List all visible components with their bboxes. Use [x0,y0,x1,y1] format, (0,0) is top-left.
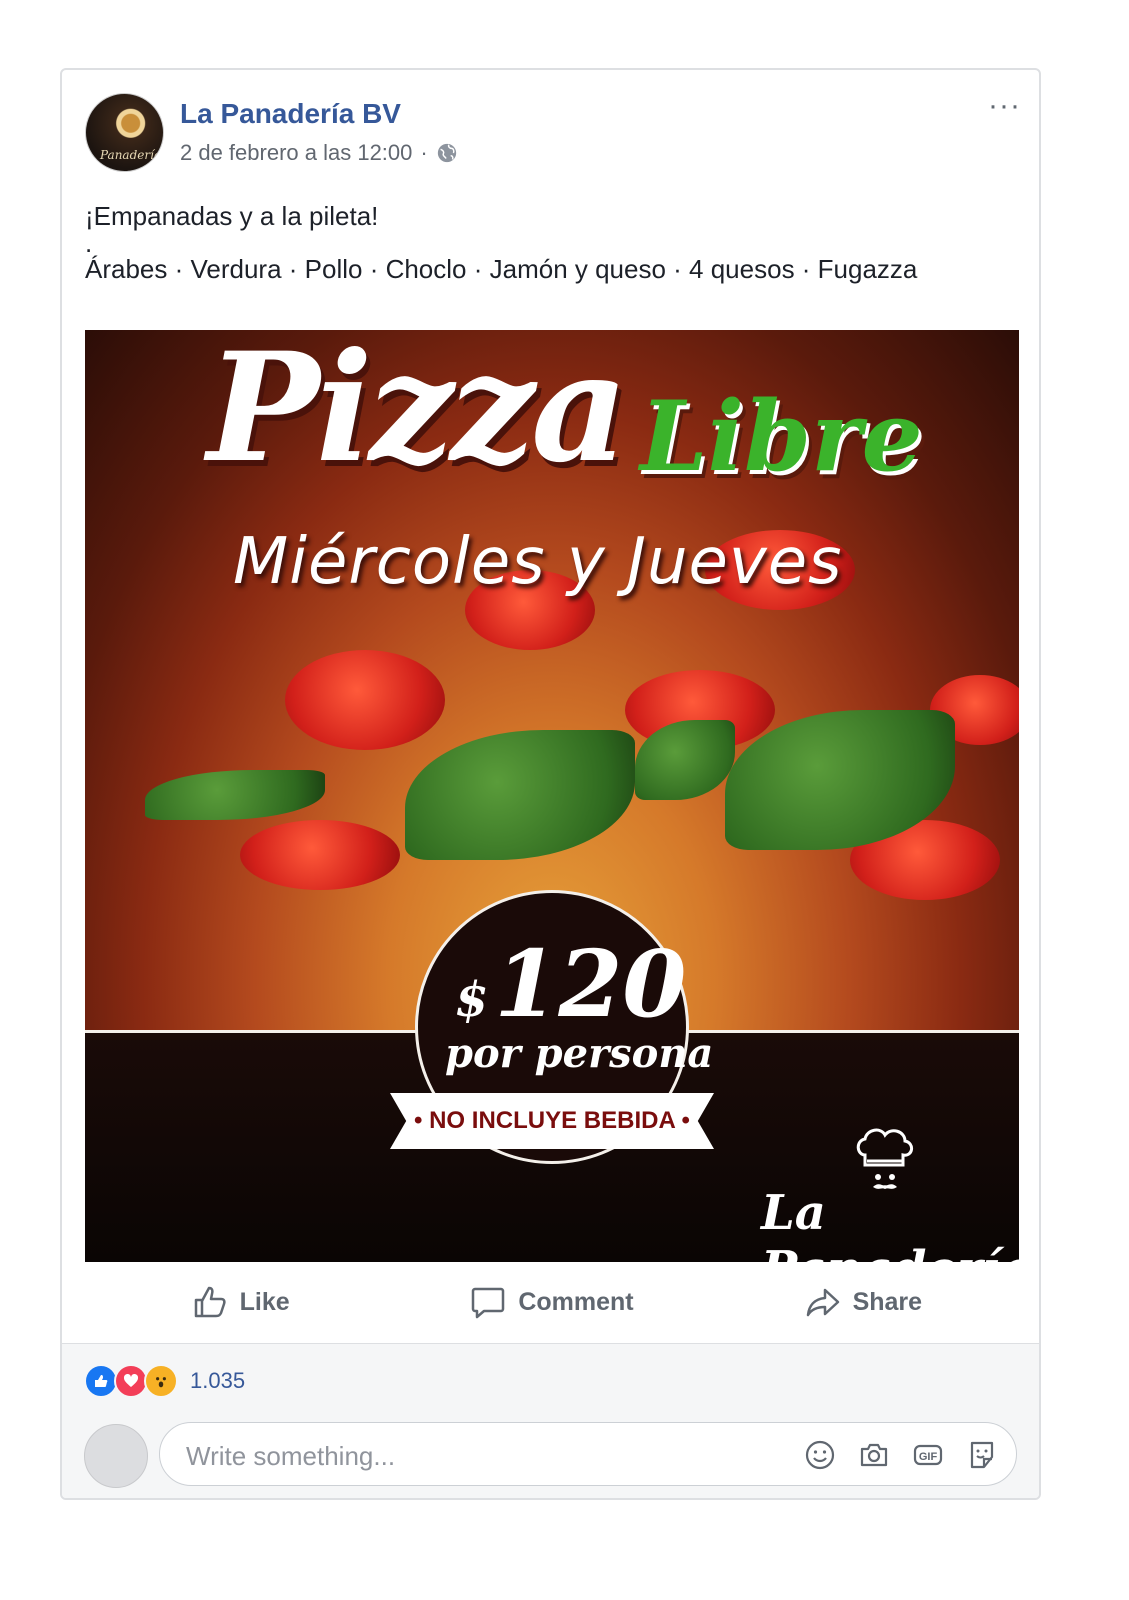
ad-title-accent: Libre [640,380,923,493]
post-actions-bar: Like Comment Share [85,1262,1019,1342]
like-label: Like [239,1287,290,1316]
basil-leaf [145,770,325,820]
share-button[interactable]: Share [708,1262,1019,1342]
comment-icon [472,1287,505,1319]
ad-brand-logo: La Panadería [761,1185,1019,1262]
avatar-logo-text: Panadería [100,148,162,162]
comment-composer[interactable]: GIF [159,1422,1017,1486]
camera-icon [860,1443,888,1467]
post-footer: 1.035 GIF [62,1343,1039,1498]
sticker-button[interactable] [966,1439,998,1471]
reaction-count[interactable]: 1.035 [190,1368,245,1394]
post-text-line: ¡Empanadas y a la pileta! [85,201,379,231]
ad-title: Pizza [207,330,628,496]
emoji-icon [805,1440,835,1470]
post-text-line: . [85,228,93,258]
meta-separator: · [420,140,428,165]
tomato-slice [240,820,400,890]
like-icon [84,1364,118,1398]
share-icon [806,1288,839,1317]
love-icon [114,1364,148,1398]
sticker-icon [970,1441,994,1469]
post-meta: 2 de febrero a las 12:00 · [180,140,458,166]
gif-icon: GIF [913,1444,943,1466]
page-name-link[interactable]: La Panadería BV [180,98,401,130]
post-text: ¡Empanadas y a la pileta! . Árabes · Ver… [85,200,917,286]
comment-input[interactable] [184,1435,748,1477]
emoji-button[interactable] [804,1439,836,1471]
share-label: Share [852,1287,923,1316]
post-card: Panadería La Panadería BV 2 de febrero a… [60,68,1041,1500]
globe-icon [437,143,456,163]
reactions-summary[interactable]: 1.035 [84,1364,245,1398]
wow-icon [144,1364,178,1398]
basil-leaf [405,730,635,860]
ad-price: $120 [455,930,686,1038]
comment-label: Comment [518,1287,634,1316]
user-avatar[interactable] [84,1424,148,1488]
currency-symbol: $ [455,972,489,1028]
ad-days: Miércoles y Jueves [233,525,843,599]
post-text-line: Árabes · Verdura · Pollo · Choclo · Jamó… [85,254,918,284]
ad-notice-ribbon: • NO INCLUYE BEBIDA • [390,1093,714,1149]
like-button[interactable]: Like [85,1262,396,1342]
gif-button[interactable]: GIF [912,1439,944,1471]
price-value: 120 [494,930,687,1038]
post-timestamp[interactable]: 2 de febrero a las 12:00 [180,140,412,166]
post-image[interactable]: Pizza Libre Miércoles y Jueves $120 por … [85,330,1019,1262]
thumbs-up-icon [194,1286,226,1318]
svg-text:GIF: GIF [919,1451,938,1463]
page-avatar[interactable]: Panadería [85,93,164,172]
ad-per-person: por persona [445,1030,714,1077]
photo-button[interactable] [858,1439,890,1471]
comment-button[interactable]: Comment [396,1262,707,1342]
composer-icons: GIF [804,1439,998,1471]
tomato-slice [285,650,445,750]
more-options-button[interactable]: ··· [988,91,1021,121]
